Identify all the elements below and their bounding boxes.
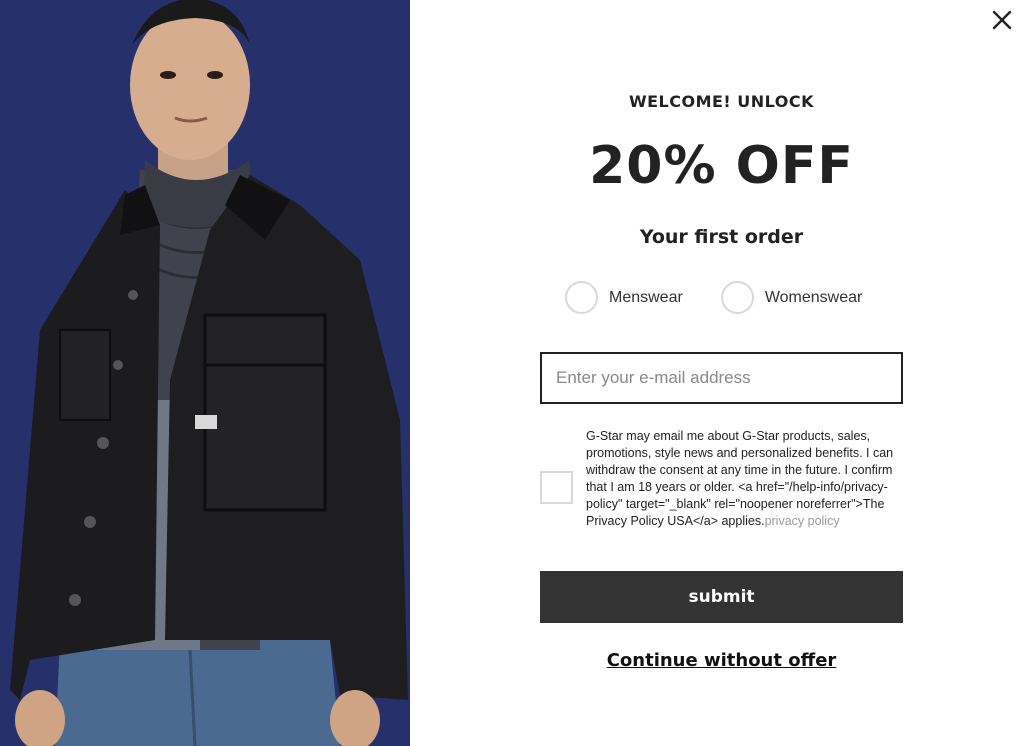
continue-without-offer-link[interactable]: Continue without offer xyxy=(607,650,837,671)
submit-button[interactable]: submit xyxy=(540,571,903,623)
offer-subhead: Your first order xyxy=(639,226,804,248)
menswear-radio[interactable] xyxy=(565,281,598,314)
offer-headline: 20% OFF xyxy=(589,136,854,196)
consent-text: G-Star may email me about G-Star product… xyxy=(586,428,896,530)
menswear-option[interactable]: Menswear xyxy=(565,281,683,314)
gender-preference-group: Menswear Womenswear xyxy=(565,281,862,314)
email-input[interactable] xyxy=(556,368,887,388)
consent-body: G-Star may email me about G-Star product… xyxy=(586,429,894,528)
womenswear-label: Womenswear xyxy=(764,288,863,306)
hero-image xyxy=(0,0,410,746)
womenswear-radio[interactable] xyxy=(720,281,754,314)
email-field-wrapper xyxy=(540,352,903,404)
close-button[interactable] xyxy=(988,6,1016,34)
model-photo-illustration xyxy=(0,0,410,746)
continue-without-offer-wrapper: Continue without offer xyxy=(410,650,1024,671)
privacy-policy-link[interactable]: privacy policy xyxy=(765,514,840,528)
menswear-label: Menswear xyxy=(609,288,683,306)
close-icon xyxy=(992,10,1012,30)
womenswear-option[interactable]: Womenswear xyxy=(720,281,863,314)
brand-logo-tag xyxy=(195,415,217,429)
signup-modal: WELCOME! UNLOCK 20% OFF Your first order… xyxy=(410,0,1024,746)
offer-eyebrow: WELCOME! UNLOCK xyxy=(628,92,815,111)
consent-checkbox[interactable] xyxy=(540,471,573,504)
